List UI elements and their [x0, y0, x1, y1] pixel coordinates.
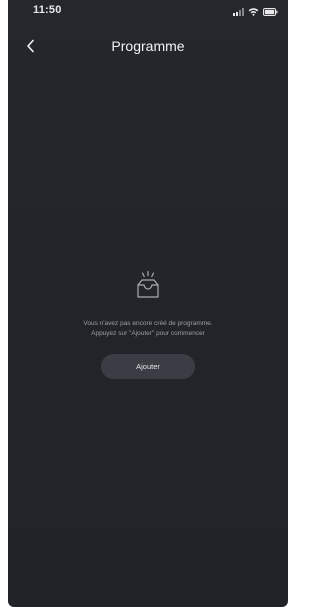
status-bar: 11:50 [8, 0, 288, 22]
nav-bar: Programme [8, 30, 288, 62]
signal-icon [233, 8, 244, 16]
wifi-icon [248, 8, 259, 16]
add-button[interactable]: Ajouter [101, 354, 195, 379]
empty-message-line1: Vous n'avez pas encore créé de programme… [83, 320, 213, 327]
empty-state: Vous n'avez pas encore créé de programme… [8, 268, 288, 379]
battery-icon [263, 8, 278, 16]
empty-message-line2: Appuyez sur "Ajouter" pour commencer [91, 330, 205, 337]
page-title: Programme [111, 38, 185, 54]
app-screen: 11:50 Programme Vous n'avez pas encore c… [8, 0, 288, 607]
empty-tray-icon [137, 270, 159, 298]
status-time: 11:50 [33, 4, 62, 16]
status-icons [233, 6, 278, 16]
